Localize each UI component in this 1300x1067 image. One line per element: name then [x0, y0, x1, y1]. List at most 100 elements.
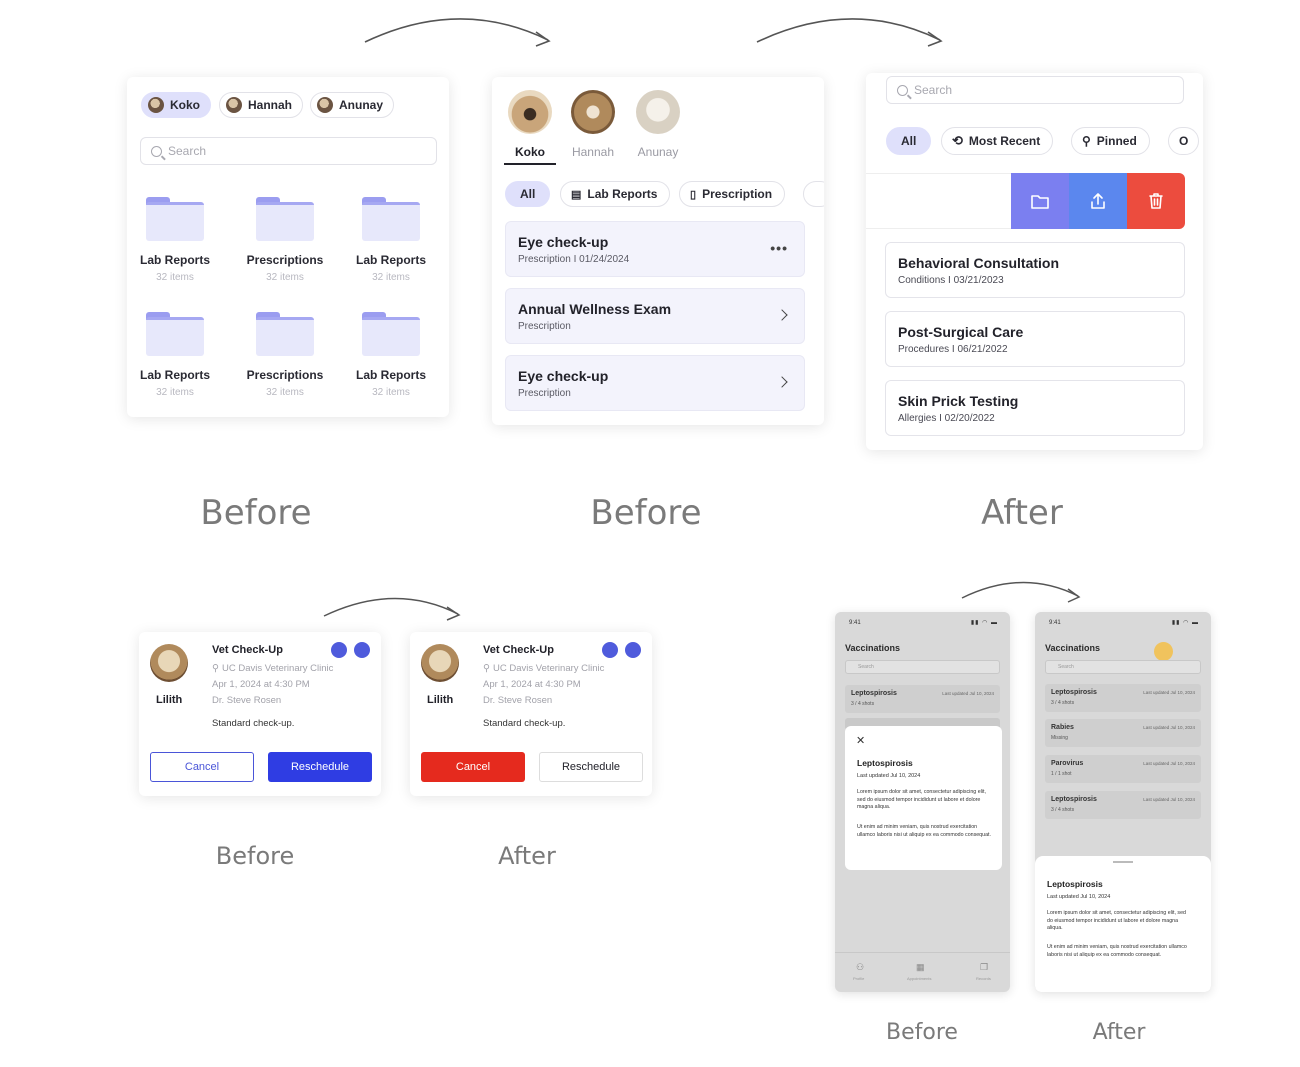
tab-appointments[interactable]: Appointments — [907, 976, 931, 981]
modal-updated: Last updated Jul 10, 2024 — [857, 773, 921, 779]
sheet-paragraph: Lorem ipsum dolor sit amet, consectetur … — [1047, 910, 1186, 931]
vaccination-row[interactable]: Leptospirosis 3 / 4 shots Last updated J… — [1045, 791, 1201, 819]
folder-count: 32 items — [156, 272, 194, 283]
vaccine-updated: Last updated Jul 10, 2024 — [942, 691, 994, 696]
record-row[interactable]: Post-Surgical Care Procedures I 06/21/20… — [885, 311, 1185, 367]
pet-avatar-hannah[interactable] — [571, 90, 615, 134]
filter-lab-reports[interactable]: ▤ Lab Reports — [560, 181, 671, 207]
record-row[interactable]: Eye check-up Prescription I 01/24/2024 •… — [505, 221, 805, 277]
search-input[interactable]: Search — [140, 137, 437, 165]
record-row[interactable]: Annual Wellness Exam Prescription — [505, 288, 805, 344]
pet-avatar-anunay[interactable] — [636, 90, 680, 134]
folder-count: 32 items — [266, 387, 304, 398]
pet-avatar-icon — [148, 97, 164, 113]
search-input[interactable]: Search — [845, 660, 1000, 674]
folder-label: Lab Reports — [355, 253, 426, 267]
share-button[interactable] — [1069, 173, 1127, 229]
tab-profile[interactable]: Profile — [853, 976, 864, 981]
record-row[interactable]: Behavioral Consultation Conditions I 03/… — [885, 242, 1185, 298]
screen-title: Vaccinations — [845, 643, 901, 653]
records-icon[interactable]: ❐ — [980, 962, 988, 973]
move-to-folder-button[interactable] — [1011, 173, 1069, 229]
trash-icon — [1149, 193, 1163, 209]
pet-avatar-icon — [226, 97, 242, 113]
filter-more[interactable] — [803, 181, 824, 207]
filter-most-recent[interactable]: ⟲ Most Recent — [941, 127, 1054, 155]
vaccine-count: 1 / 1 shot — [1051, 771, 1072, 777]
folder-count: 32 items — [156, 387, 194, 398]
record-title: Post-Surgical Care — [898, 324, 1024, 340]
pet-avatar — [150, 644, 188, 682]
filter-pinned[interactable]: ⚲ Pinned — [1071, 127, 1150, 155]
status-icons: ▮▮ ◠ ▬ — [1171, 620, 1199, 626]
vaccine-updated: Last updated Jul 10, 2024 — [1143, 797, 1195, 802]
delete-button[interactable] — [1127, 173, 1185, 229]
filter-all[interactable]: All — [505, 181, 551, 207]
transition-arrow-2 — [756, 18, 943, 47]
vaccination-row[interactable]: Leptospirosis 3 / 4 shots Last updated J… — [1045, 684, 1201, 712]
sheet-updated: Last updated Jul 10, 2024 — [1047, 894, 1111, 900]
appointment-datetime: Apr 1, 2024 at 4:30 PM — [212, 679, 310, 690]
cancel-button[interactable]: Cancel — [421, 752, 525, 782]
search-input[interactable]: Search — [886, 76, 1184, 104]
more-options-icon[interactable]: ••• — [770, 240, 788, 256]
search-input[interactable]: Search — [1045, 660, 1201, 674]
calendar-icon[interactable]: ▦ — [916, 962, 925, 973]
chip-koko[interactable]: Koko — [141, 92, 211, 118]
reschedule-button[interactable]: Reschedule — [539, 752, 643, 782]
vaccine-detail-modal: ✕ Leptospirosis Last updated Jul 10, 202… — [845, 726, 1002, 870]
doctor-name: Dr. Steve Rosen — [212, 695, 282, 706]
filter-prescription[interactable]: ▯ Prescription — [679, 181, 786, 207]
vaccine-count: 3 / 4 shots — [851, 701, 875, 707]
phone-icon[interactable] — [331, 642, 347, 658]
chip-anunay[interactable]: Anunay — [310, 92, 395, 118]
record-subtitle: Prescription — [518, 321, 571, 332]
vaccine-name: Parovirus — [1051, 760, 1084, 767]
filter-all[interactable]: All — [886, 127, 932, 155]
message-icon[interactable] — [354, 642, 370, 658]
profile-icon[interactable]: ⚇ — [856, 962, 864, 973]
status-time: 9:41 — [1049, 620, 1061, 626]
location-pin-icon: ⚲ — [483, 663, 490, 674]
close-icon[interactable]: ✕ — [856, 734, 865, 747]
folder-icon[interactable] — [362, 312, 420, 356]
message-icon[interactable] — [625, 642, 641, 658]
folder-icon[interactable] — [362, 197, 420, 241]
pet-name: Hannah — [571, 145, 615, 159]
folders-panel: Koko Hannah Anunay Search Lab Reports 32… — [127, 77, 449, 417]
folder-label: Lab Reports — [139, 253, 210, 267]
filter-more[interactable]: O — [1168, 127, 1200, 155]
caption-before: Before — [886, 1020, 958, 1045]
tab-records[interactable]: Records — [976, 976, 991, 981]
sheet-grabber[interactable] — [1113, 861, 1133, 863]
folder-icon — [1031, 195, 1049, 209]
chip-hannah[interactable]: Hannah — [219, 92, 304, 118]
record-subtitle: Conditions I 03/21/2023 — [898, 275, 1004, 286]
appointment-note: Standard check-up. — [483, 718, 566, 729]
cancel-button[interactable]: Cancel — [150, 752, 254, 782]
record-subtitle: Prescription I 01/24/2024 — [518, 254, 630, 265]
pin-icon: ⚲ — [1082, 134, 1091, 148]
folder-count: 32 items — [266, 272, 304, 283]
vaccine-name: Leptospirosis — [851, 690, 897, 697]
folder-icon[interactable] — [146, 197, 204, 241]
prescription-icon: ▯ — [690, 188, 697, 201]
folder-icon[interactable] — [146, 312, 204, 356]
record-row[interactable]: Skin Prick Testing Allergies I 02/20/202… — [885, 380, 1185, 436]
vaccination-row[interactable]: Leptospirosis 3 / 4 shots Last updated J… — [845, 685, 1000, 713]
search-icon — [151, 145, 162, 157]
pet-avatar — [421, 644, 459, 682]
clinic-name: UC Davis Veterinary Clinic — [493, 663, 605, 674]
transition-arrow-4 — [961, 581, 1081, 603]
swiped-row[interactable] — [866, 173, 1012, 229]
modal-paragraph: Lorem ipsum dolor sit amet, consectetur … — [857, 789, 986, 810]
phone-icon[interactable] — [602, 642, 618, 658]
record-row[interactable]: Eye check-up Prescription — [505, 355, 805, 411]
folder-icon[interactable] — [256, 312, 314, 356]
vaccination-row[interactable]: Rabies Missing Last updated Jul 10, 2024 — [1045, 719, 1201, 747]
folder-icon[interactable] — [256, 197, 314, 241]
pet-avatar-koko[interactable] — [508, 90, 552, 134]
chevron-right-icon — [776, 376, 788, 388]
reschedule-button[interactable]: Reschedule — [268, 752, 372, 782]
vaccination-row[interactable]: Parovirus 1 / 1 shot Last updated Jul 10… — [1045, 755, 1201, 783]
